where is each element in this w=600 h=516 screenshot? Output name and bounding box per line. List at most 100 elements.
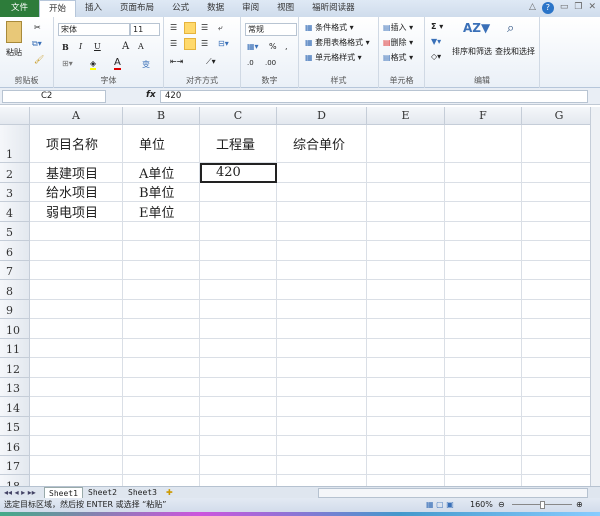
bold-button[interactable]: B — [62, 42, 69, 52]
cell-C3[interactable] — [200, 182, 277, 202]
align-left-icon[interactable]: ☰ — [170, 39, 177, 48]
row-header-10[interactable]: 10 — [0, 319, 30, 339]
cell-A3[interactable]: 给水项目 — [30, 182, 123, 202]
shrink-font-button[interactable]: A — [138, 42, 144, 51]
underline-button[interactable]: U — [94, 42, 101, 51]
cell-F6[interactable] — [445, 241, 522, 261]
cell-E10[interactable] — [367, 319, 445, 339]
cell-B6[interactable] — [123, 241, 200, 261]
font-size-select[interactable]: 11 — [130, 23, 160, 36]
normal-view-icon[interactable]: ▦ ▢ ▣ — [426, 498, 454, 512]
cell-D13[interactable] — [277, 377, 367, 397]
row-header-2[interactable]: 2 — [0, 163, 30, 183]
tab-7[interactable]: 视图 — [268, 0, 303, 17]
cell-G10[interactable] — [522, 319, 590, 339]
cell-B9[interactable] — [123, 299, 200, 319]
cell-B11[interactable] — [123, 338, 200, 358]
format-as-table-button[interactable]: ▦ 套用表格格式 ▾ — [305, 37, 370, 48]
cell-E16[interactable] — [367, 436, 445, 456]
cell-B17[interactable] — [123, 455, 200, 475]
cell-C7[interactable] — [200, 260, 277, 280]
cell-G16[interactable] — [522, 436, 590, 456]
cell-F17[interactable] — [445, 455, 522, 475]
cell-F12[interactable] — [445, 358, 522, 378]
row-header-8[interactable]: 8 — [0, 280, 30, 300]
row-header-17[interactable]: 17 — [0, 455, 30, 475]
grow-font-button[interactable]: A — [122, 41, 129, 52]
row-header-1[interactable]: 1 — [0, 125, 30, 163]
cell-C18[interactable] — [200, 475, 277, 486]
close-icon[interactable]: ✕ — [588, 2, 596, 14]
cell-F3[interactable] — [445, 182, 522, 202]
cell-G5[interactable] — [522, 222, 590, 241]
cell-G7[interactable] — [522, 261, 590, 280]
cell-B14[interactable] — [123, 397, 200, 417]
name-box[interactable]: C2 — [2, 90, 106, 103]
format-painter-icon[interactable]: 🖌 — [34, 55, 44, 64]
tab-2[interactable]: 插入 — [76, 0, 111, 17]
cell-C4[interactable] — [200, 202, 277, 222]
cell-C8[interactable] — [200, 280, 277, 300]
cell-B2[interactable]: A单位 — [123, 163, 200, 183]
cell-D9[interactable] — [277, 299, 367, 319]
cell-D12[interactable] — [277, 358, 367, 378]
sort-filter-button[interactable]: 排序和筛选 — [452, 46, 492, 57]
cell-B7[interactable] — [123, 260, 200, 280]
cell-A11[interactable] — [30, 338, 123, 358]
indent-icon[interactable]: ⇤⇥ — [170, 57, 183, 66]
zoom-slider-thumb[interactable] — [540, 501, 545, 509]
cell-C11[interactable] — [200, 338, 277, 358]
tab-0[interactable]: 文件 — [0, 0, 40, 17]
cell-B1[interactable]: 单位 — [123, 125, 200, 163]
italic-button[interactable]: I — [79, 42, 82, 51]
column-header-D[interactable]: D — [277, 107, 367, 125]
cell-F5[interactable] — [445, 221, 522, 241]
currency-icon[interactable]: ▦▾ — [247, 42, 259, 51]
cell-A9[interactable] — [30, 299, 123, 319]
row-header-16[interactable]: 16 — [0, 436, 30, 456]
zoom-out-icon[interactable]: ⊖ — [498, 498, 505, 512]
cell-F18[interactable] — [445, 475, 522, 486]
cell-A18[interactable] — [30, 475, 123, 486]
cell-F4[interactable] — [445, 202, 522, 222]
cell-B15[interactable] — [123, 416, 200, 436]
cell-A6[interactable] — [30, 241, 123, 261]
cell-G9[interactable] — [522, 300, 590, 319]
help-icon[interactable]: ? — [541, 2, 554, 14]
cell-D1[interactable]: 综合单价 — [277, 125, 367, 163]
cell-B4[interactable]: E单位 — [123, 202, 200, 222]
zoom-level[interactable]: 160% — [470, 498, 493, 512]
cell-C16[interactable] — [200, 436, 277, 456]
cell-A14[interactable] — [30, 397, 123, 417]
minimize-ribbon-icon[interactable]: △ — [529, 2, 536, 14]
cell-G6[interactable] — [522, 241, 590, 261]
align-bottom-icon[interactable]: ☰ — [201, 23, 208, 32]
row-header-13[interactable]: 13 — [0, 377, 30, 397]
cell-B5[interactable] — [123, 221, 200, 241]
cell-A1[interactable]: 项目名称 — [30, 125, 123, 163]
cell-E4[interactable] — [367, 202, 445, 222]
cell-D17[interactable] — [277, 455, 367, 475]
zoom-in-icon[interactable]: ⊕ — [576, 498, 583, 512]
restore-icon[interactable]: ❐ — [574, 2, 582, 14]
cell-B10[interactable] — [123, 319, 200, 339]
row-header-12[interactable]: 12 — [0, 358, 30, 378]
cell-E6[interactable] — [367, 241, 445, 261]
cell-G1[interactable] — [522, 125, 590, 163]
insert-button[interactable]: ▤插入 ▾ — [383, 22, 413, 33]
column-header-B[interactable]: B — [123, 107, 200, 125]
cell-E15[interactable] — [367, 416, 445, 436]
cell-F16[interactable] — [445, 436, 522, 456]
cell-A13[interactable] — [30, 377, 123, 397]
row-header-9[interactable]: 9 — [0, 299, 30, 319]
formula-input[interactable]: 420 — [160, 90, 588, 103]
row-header-5[interactable]: 5 — [0, 221, 30, 241]
cell-D6[interactable] — [277, 241, 367, 261]
tab-6[interactable]: 审阅 — [233, 0, 268, 17]
find-icon[interactable]: ⌕ — [507, 21, 514, 36]
fill-icon[interactable]: ▼▾ — [431, 37, 441, 46]
cell-F7[interactable] — [445, 260, 522, 280]
cell-A12[interactable] — [30, 358, 123, 378]
autosum-button[interactable]: Σ ▾ — [431, 22, 443, 31]
cell-D15[interactable] — [277, 416, 367, 436]
